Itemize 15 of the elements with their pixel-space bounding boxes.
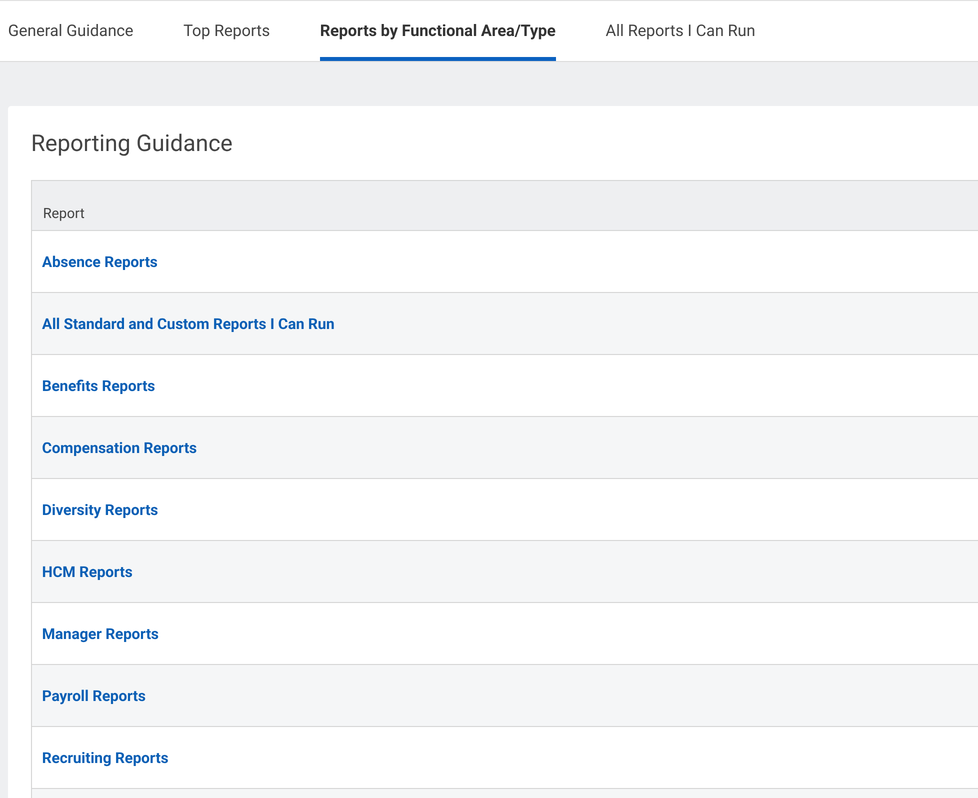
- tab[interactable]: General Guidance: [8, 1, 134, 61]
- column-header: Report: [43, 206, 85, 222]
- report-link[interactable]: Payroll Reports: [42, 686, 146, 704]
- report-link[interactable]: All Standard and Custom Reports I Can Run: [42, 314, 335, 332]
- section-title: Reporting Guidance: [31, 130, 234, 157]
- report-link[interactable]: Manager Reports: [42, 624, 159, 642]
- report-link[interactable]: Absence Reports: [42, 252, 158, 270]
- report-link[interactable]: Recruiting Reports: [42, 748, 168, 766]
- report-link[interactable]: Compensation Reports: [42, 438, 197, 456]
- report-link[interactable]: Benefits Reports: [42, 376, 156, 394]
- report-link[interactable]: HCM Reports: [42, 562, 133, 580]
- report-link[interactable]: Diversity Reports: [42, 500, 158, 518]
- tab[interactable]: Reports by Functional Area/Type: [320, 1, 556, 61]
- tab[interactable]: Top Reports: [183, 1, 270, 61]
- tab[interactable]: All Reports I Can Run: [606, 1, 756, 61]
